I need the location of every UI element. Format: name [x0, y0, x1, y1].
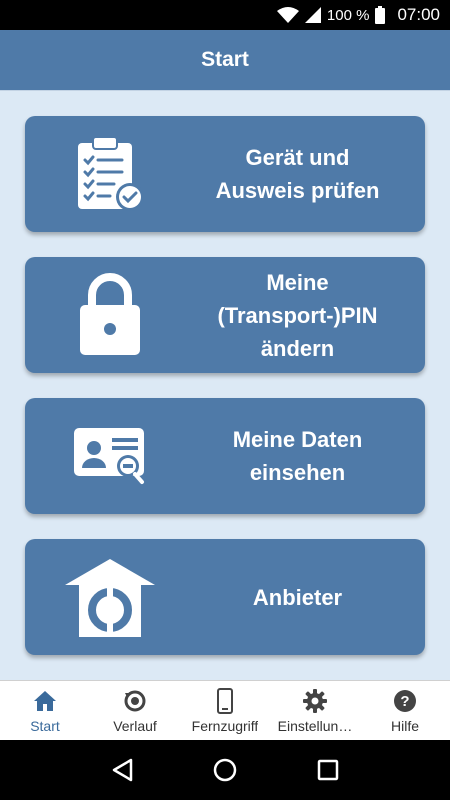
- main-content: Gerät und Ausweis prüfen Meine (Transpor…: [0, 90, 450, 680]
- home-button[interactable]: [205, 750, 245, 790]
- change-pin-tile[interactable]: Meine (Transport-)PIN ändern: [25, 257, 425, 373]
- nav-label: Hilfe: [390, 718, 419, 734]
- provider-house-icon: [55, 539, 165, 655]
- battery-percent: 100 %: [326, 6, 370, 24]
- system-navigation-bar: [0, 740, 450, 800]
- gear-icon: [303, 687, 327, 715]
- app-bar: Start: [0, 30, 450, 90]
- id-card-search-icon: [55, 398, 165, 514]
- battery-icon: [375, 6, 386, 24]
- bottom-navigation: Start Verlauf Fernzugriff Einstellun… ? …: [0, 680, 450, 740]
- wifi-icon: [276, 7, 299, 23]
- signal-icon: [304, 7, 321, 23]
- nav-start[interactable]: Start: [0, 681, 90, 740]
- back-button[interactable]: [102, 750, 142, 790]
- status-bar: 100 % 07:00: [0, 0, 450, 30]
- nav-help[interactable]: ? Hilfe: [360, 681, 450, 740]
- checklist-icon: [55, 116, 165, 232]
- nav-label: Start: [30, 718, 60, 734]
- nav-settings[interactable]: Einstellun…: [270, 681, 360, 740]
- check-device-id-tile[interactable]: Gerät und Ausweis prüfen: [25, 116, 425, 232]
- lock-icon: [55, 257, 165, 373]
- home-icon: [33, 687, 57, 715]
- nav-label: Verlauf: [113, 718, 157, 734]
- page-title: Start: [201, 48, 249, 71]
- nav-label: Fernzugriff: [191, 718, 259, 734]
- svg-text:?: ?: [400, 693, 409, 710]
- recents-button[interactable]: [308, 750, 348, 790]
- nav-label: Einstellun…: [277, 718, 353, 734]
- tile-label: Meine Daten einsehen: [232, 427, 363, 485]
- tile-label: Anbieter: [252, 584, 343, 610]
- help-icon: ?: [393, 687, 417, 715]
- nav-history[interactable]: Verlauf: [90, 681, 180, 740]
- status-time: 07:00: [397, 5, 440, 24]
- nav-remote-access[interactable]: Fernzugriff: [180, 681, 270, 740]
- tile-label: Gerät und Ausweis prüfen: [215, 145, 380, 203]
- history-icon: [123, 687, 147, 715]
- back-triangle-icon: [112, 758, 132, 782]
- view-data-tile[interactable]: Meine Daten einsehen: [25, 398, 425, 514]
- smartphone-icon: [217, 687, 233, 715]
- provider-tile[interactable]: Anbieter: [25, 539, 425, 655]
- tile-label: Meine (Transport-)PIN ändern: [217, 269, 378, 361]
- home-circle-icon: [213, 758, 237, 782]
- recents-square-icon: [318, 759, 339, 781]
